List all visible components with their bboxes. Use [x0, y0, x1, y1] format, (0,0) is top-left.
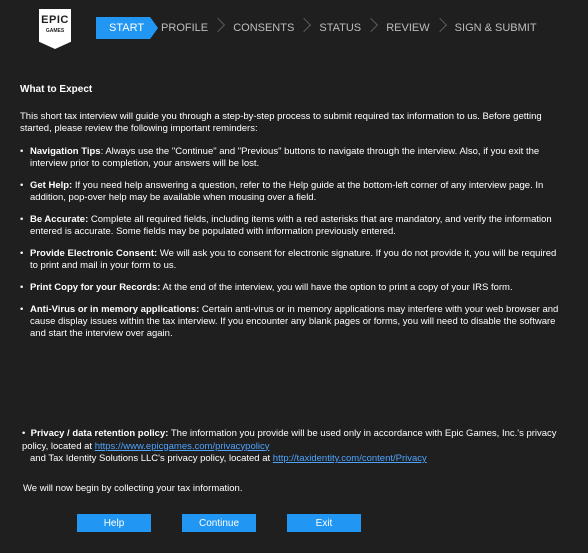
- list-item-electronic-consent: Provide Electronic Consent: We will ask …: [20, 248, 560, 272]
- step-label: CONSENTS: [233, 22, 295, 34]
- reminder-list: Navigation Tips: Always use the "Continu…: [20, 146, 560, 340]
- page-title: What to Expect: [20, 84, 93, 95]
- epic-privacy-link[interactable]: https://www.epicgames.com/privacypolicy: [95, 441, 270, 452]
- header: EPIC GAMES START PROFILE CONSENTS STATUS…: [0, 0, 588, 62]
- step-label: SIGN & SUBMIT: [454, 22, 537, 34]
- privacy-heading: Privacy / data retention policy:: [30, 428, 169, 439]
- privacy-text-2: and Tax Identity Solutions LLC's privacy…: [30, 453, 273, 464]
- step-start[interactable]: START: [96, 17, 158, 39]
- closing-text: We will now begin by collecting your tax…: [23, 483, 243, 494]
- chevron-right-icon: [297, 17, 312, 33]
- item-heading: Get Help:: [30, 180, 73, 191]
- step-consents[interactable]: CONSENTS: [233, 17, 319, 39]
- step-label: STATUS: [319, 22, 362, 34]
- chevron-right-icon: [432, 17, 447, 33]
- step-label: REVIEW: [386, 22, 430, 34]
- item-heading: Print Copy for your Records:: [30, 282, 161, 293]
- item-heading: Anti-Virus or in memory applications:: [30, 304, 200, 315]
- item-text: : Always use the "Continue" and "Previou…: [30, 146, 540, 169]
- epic-games-logo: EPIC GAMES: [39, 9, 71, 49]
- step-label: PROFILE: [161, 22, 209, 34]
- step-review[interactable]: REVIEW: [386, 17, 454, 39]
- list-item-print-copy: Print Copy for your Records: At the end …: [20, 282, 560, 294]
- step-profile[interactable]: PROFILE: [161, 17, 233, 39]
- help-button[interactable]: Help: [77, 514, 151, 532]
- step-progress: START PROFILE CONSENTS STATUS REVIEW SIG…: [96, 17, 547, 39]
- item-heading: Be Accurate:: [30, 214, 89, 225]
- logo-text-games: GAMES: [45, 28, 65, 34]
- privacy-line-2: and Tax Identity Solutions LLC's privacy…: [20, 453, 560, 466]
- privacy-policy: • Privacy / data retention policy: The i…: [20, 428, 560, 466]
- chevron-right-icon: [364, 17, 379, 33]
- list-item-get-help: Get Help: If you need help answering a q…: [20, 180, 560, 204]
- step-sign-submit[interactable]: SIGN & SUBMIT: [455, 17, 547, 39]
- item-heading: Provide Electronic Consent:: [30, 248, 158, 259]
- continue-button[interactable]: Continue: [182, 514, 256, 532]
- taxidentity-privacy-link[interactable]: http://taxidentity.com/content/Privacy: [273, 453, 427, 464]
- logo-text-epic: EPIC: [41, 14, 69, 26]
- item-text: If you need help answering a question, r…: [30, 180, 544, 203]
- list-item-navigation-tips: Navigation Tips: Always use the "Continu…: [20, 146, 560, 170]
- item-text: Complete all required fields, including …: [30, 214, 552, 237]
- step-label: START: [109, 22, 145, 34]
- chevron-right-icon: [211, 17, 226, 33]
- exit-button[interactable]: Exit: [287, 514, 361, 532]
- list-item-anti-virus: Anti-Virus or in memory applications: Ce…: [20, 304, 560, 340]
- intro-text: This short tax interview will guide you …: [20, 111, 542, 134]
- item-text: At the end of the interview, you will ha…: [160, 282, 513, 293]
- step-status[interactable]: STATUS: [319, 17, 386, 39]
- item-heading: Navigation Tips: [30, 146, 101, 157]
- main-content: What to Expect This short tax interview …: [20, 84, 560, 350]
- privacy-line: • Privacy / data retention policy: The i…: [22, 428, 557, 452]
- list-item-be-accurate: Be Accurate: Complete all required field…: [20, 214, 560, 238]
